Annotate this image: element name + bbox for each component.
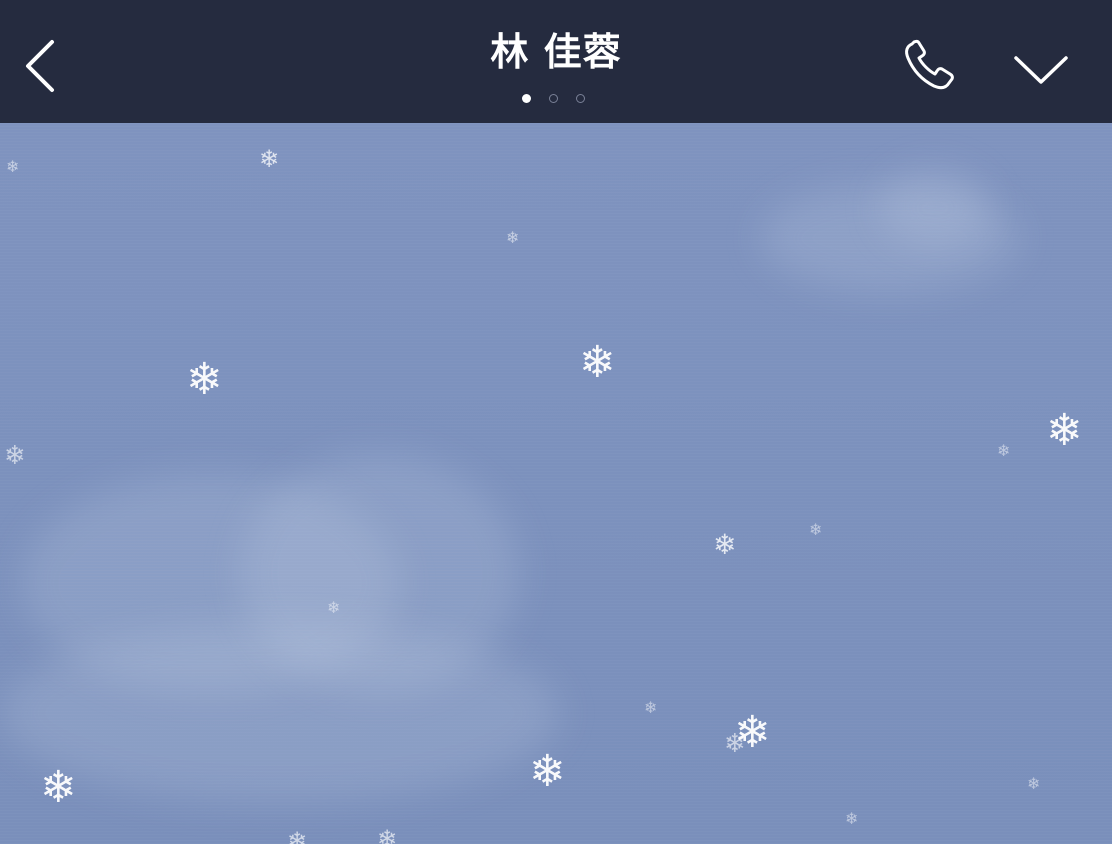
snowflake-icon: ❄ [579,337,616,388]
menu-toggle-button[interactable] [1006,44,1076,94]
chevron-down-icon [1014,56,1068,84]
snowflake-icon: ❄ [4,441,26,471]
snowflake-icon: ❄ [377,825,398,844]
cloud-decoration [0,623,560,803]
snowflake-icon: ❄ [259,145,280,173]
chat-header: 林 佳蓉 [0,0,1112,123]
snowflake-icon: ❄ [724,729,746,759]
snowflake-icon: ❄ [6,157,20,176]
page-dot [549,94,558,103]
chat-background: ❄ ❄ ❄ ❄ ❄ ❄ ❄ ❄ ❄ ❄ ❄ ❄ ❄ ❄ ❄ ❄ ❄ ❄ ❄ ❄ [0,123,1112,844]
chat-screen: 林 佳蓉 ❄ ❄ ❄ ❄ ❄ ❄ ❄ ❄ ❄ ❄ ❄ ❄ ❄ ❄ ❄ ❄ ❄ ❄… [0,0,1112,844]
snowflake-icon: ❄ [186,354,223,405]
snowflake-icon: ❄ [713,528,737,561]
snowflake-icon: ❄ [529,746,566,797]
page-dot-active [522,94,531,103]
snowflake-icon: ❄ [809,520,823,539]
snowflake-icon: ❄ [845,809,859,828]
call-button[interactable] [898,38,960,94]
snowflake-icon: ❄ [287,827,308,844]
snowflake-icon: ❄ [734,707,771,758]
page-indicator [516,94,596,108]
snowflake-icon: ❄ [644,698,658,717]
cloud-decoration [880,168,990,248]
snowflake-icon: ❄ [506,228,520,247]
snowflake-icon: ❄ [1046,405,1083,456]
snowflake-icon: ❄ [1027,774,1041,793]
phone-icon [905,39,954,90]
page-dot [576,94,585,103]
snowflake-icon: ❄ [997,441,1011,460]
